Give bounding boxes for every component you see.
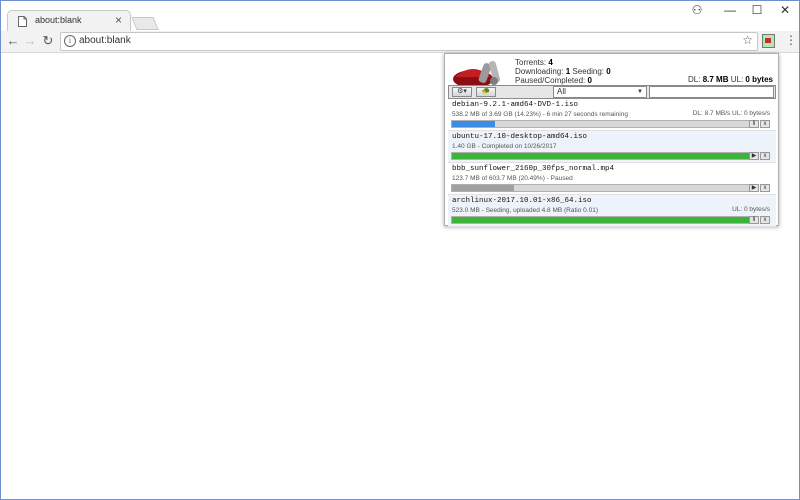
progress-bar [451, 120, 757, 128]
torrent-name: bbb_sunflower_2160p_30fps_normal.mp4 [452, 165, 615, 173]
chevron-down-icon: ▼ [637, 89, 643, 95]
address-bar[interactable]: i about:blank ☆ [60, 32, 758, 51]
search-input[interactable] [649, 86, 774, 98]
back-button[interactable]: ← [5, 32, 21, 50]
torrent-status: 523.0 MB - Seeding, uploaded 4.8 MB (Rat… [452, 207, 598, 214]
progress-bar [451, 152, 757, 160]
speed-summary: DL: 8.7 MB UL: 0 bytes [688, 75, 773, 84]
row-buttons: ▶ x [748, 152, 770, 160]
browser-toolbar: ← → ↻ i about:blank ☆ ⋮ [1, 31, 799, 53]
torrent-status: 123.7 MB of 603.7 MB (20.49%) - Paused [452, 175, 573, 182]
dl-label: DL: [688, 75, 701, 84]
row-buttons: ll x [748, 120, 770, 128]
page-icon [18, 16, 27, 27]
row-buttons: ll x [748, 216, 770, 224]
seeding-count: 0 [606, 67, 611, 76]
progress-fill [452, 185, 515, 191]
remove-icon[interactable]: x [760, 184, 770, 192]
tab-title: about:blank [35, 15, 82, 25]
turtle-icon[interactable]: 🐢 [476, 87, 496, 97]
progress-bar [451, 184, 757, 192]
account-icon[interactable]: ⚇ [685, 3, 709, 17]
extension-icon[interactable] [762, 34, 775, 48]
torrent-name: debian-9.2.1-amd64-DVD-1.iso [452, 101, 579, 109]
paused-count: 0 [587, 76, 592, 85]
minimize-button[interactable]: — [718, 3, 742, 17]
torrent-rate: DL: 8.7 MB/s UL: 0 bytes/s [692, 110, 770, 117]
close-window-button[interactable]: ✕ [773, 3, 797, 17]
downloading-label: Downloading: [515, 67, 564, 76]
remove-icon[interactable]: x [760, 152, 770, 160]
paused-label: Paused/Completed: [515, 76, 586, 85]
pause-icon[interactable]: ll [749, 120, 759, 128]
ul-label: UL: [730, 75, 744, 84]
progress-bar [451, 216, 757, 224]
filter-value: All [557, 87, 566, 96]
tab-close-button[interactable]: × [115, 13, 122, 27]
torrent-stats: Torrents: 4 Downloading: 1 Seeding: 0 Pa… [515, 58, 611, 85]
torrent-row[interactable]: bbb_sunflower_2160p_30fps_normal.mp4 123.… [448, 163, 776, 195]
progress-fill [452, 121, 496, 127]
remove-icon[interactable]: x [760, 216, 770, 224]
dl-value: 8.7 MB [702, 75, 729, 84]
star-icon[interactable]: ☆ [742, 33, 753, 47]
tab-strip: about:blank × ⚇ — ☐ ✕ [1, 1, 799, 33]
forward-button[interactable]: → [22, 32, 38, 50]
info-icon[interactable]: i [64, 35, 76, 47]
progress-fill [452, 153, 756, 159]
torrent-row[interactable]: debian-9.2.1-amd64-DVD-1.iso 538.2 MB of … [448, 99, 776, 131]
torrent-list: debian-9.2.1-amd64-DVD-1.iso 538.2 MB of … [448, 99, 776, 227]
menu-icon[interactable]: ⋮ [785, 33, 797, 47]
play-icon[interactable]: ▶ [749, 152, 759, 160]
seeding-label: Seeding: [572, 67, 604, 76]
torrent-popup: Torrents: 4 Downloading: 1 Seeding: 0 Pa… [444, 53, 779, 227]
torrent-name: archlinux-2017.10.01-x86_64.iso [452, 197, 592, 205]
ul-value: 0 bytes [745, 75, 773, 84]
tab-about-blank[interactable]: about:blank × [7, 10, 131, 33]
torrent-row[interactable]: ubuntu-17.10-desktop-amd64.iso 1.40 GB - … [448, 131, 776, 163]
torrent-row[interactable]: archlinux-2017.10.01-x86_64.iso 523.0 MB … [448, 195, 776, 227]
maximize-button[interactable]: ☐ [745, 3, 769, 17]
filter-select[interactable]: All ▼ [553, 86, 647, 98]
torrent-rate: UL: 0 bytes/s [732, 206, 770, 213]
row-buttons: ▶ x [748, 184, 770, 192]
torrent-name: ubuntu-17.10-desktop-amd64.iso [452, 133, 588, 141]
remove-icon[interactable]: x [760, 120, 770, 128]
downloading-count: 1 [565, 67, 571, 76]
pause-icon[interactable]: ll [749, 216, 759, 224]
new-tab-button[interactable] [131, 17, 159, 30]
gear-icon[interactable]: ⚙▾ [452, 87, 472, 97]
progress-fill [452, 217, 756, 223]
torrents-count: 4 [548, 58, 553, 67]
popup-controls: ⚙▾ 🐢 All ▼ [448, 85, 776, 99]
torrents-label: Torrents: [515, 58, 547, 67]
play-icon[interactable]: ▶ [749, 184, 759, 192]
reload-button[interactable]: ↻ [40, 32, 56, 50]
torrent-status: 1.40 GB - Completed on 10/26/2017 [452, 143, 557, 150]
address-url[interactable]: about:blank [79, 35, 131, 46]
torrent-status: 538.2 MB of 3.69 GB (14.23%) - 6 min 27 … [452, 111, 628, 118]
